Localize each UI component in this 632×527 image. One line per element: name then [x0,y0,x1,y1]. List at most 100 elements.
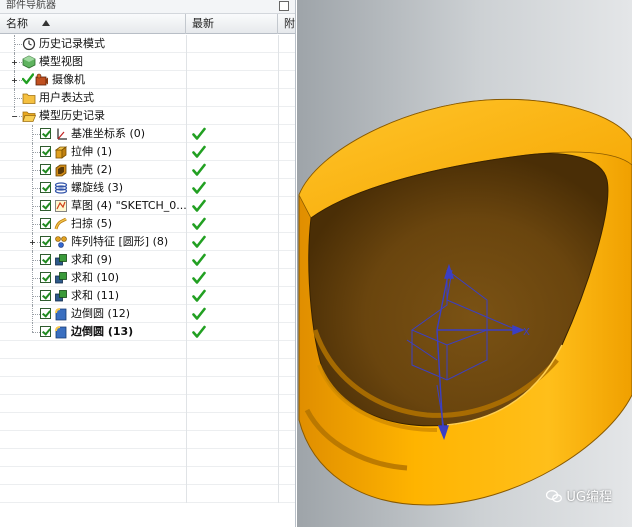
feature-checkbox[interactable] [40,128,51,139]
tree-row-latest-cell [186,71,278,89]
part-model-view[interactable]: X [297,0,632,527]
empty-latest-cell [186,413,278,431]
tree-row-attach-cell [278,71,295,89]
empty-attach-cell [278,377,295,395]
tree-row[interactable]: − 模型历史记录 [0,107,295,125]
tree-row-name-cell: 拉伸 (1) [0,143,186,161]
feature-checkbox[interactable] [40,236,51,247]
tree-row[interactable]: 求和 (10) [0,269,295,287]
up-to-date-check-icon [192,235,206,248]
feature-checkbox[interactable] [40,254,51,265]
tree-row-name-cell: 边倒圆 (13) [0,323,186,341]
feature-checkbox[interactable] [40,200,51,211]
tree-row-label: 求和 (10) [71,271,120,284]
tree-guide-line [32,296,40,297]
feature-checkbox[interactable] [40,290,51,301]
sort-ascending-icon [42,20,50,26]
empty-row [0,341,295,359]
tree-row-label: 阵列特征 [圆形] (8) [71,235,169,248]
feature-checkbox[interactable] [40,326,51,337]
tree-row-name-cell: 边倒圆 (12) [0,305,186,323]
feature-checkbox[interactable] [40,164,51,175]
empty-latest-cell [186,431,278,449]
tree-row[interactable]: 边倒圆 (12) [0,305,295,323]
graphics-viewport[interactable]: X UG编程 [297,0,632,527]
empty-row [0,449,295,467]
tree-row[interactable]: 螺旋线 (3) [0,179,295,197]
tree-row[interactable]: + 模型视图 [0,53,295,71]
unite-icon [55,254,67,266]
tree-row-latest-cell [186,143,278,161]
tree-row-name-cell: 草图 (4) "SKETCH_0... [0,197,186,215]
tree-guide-line [32,260,40,261]
tree-row[interactable]: 草图 (4) "SKETCH_0... [0,197,295,215]
tree-row[interactable]: 历史记录模式 [0,35,295,53]
panel-title-bar: 部件导航器 [0,0,295,14]
tree-guide-line [32,224,40,225]
maximize-icon[interactable] [279,1,289,11]
tree-row-attach-cell [278,323,295,341]
up-to-date-check-icon [192,271,206,284]
tree-guide-line [32,170,40,171]
tree-row-label: 螺旋线 (3) [71,181,124,194]
empty-latest-cell [186,341,278,359]
tree-row[interactable]: 用户表达式 [0,89,295,107]
column-name-header[interactable]: 名称 [0,14,186,34]
tree-row[interactable]: 求和 (11) [0,287,295,305]
empty-latest-cell [186,377,278,395]
tree-row-name-cell: 螺旋线 (3) [0,179,186,197]
tree-guide-line [32,134,40,135]
tree-guide-line [32,314,40,315]
empty-attach-cell [278,341,295,359]
tree-row[interactable]: 基准坐标系 (0) [0,125,295,143]
tree-row-label: 基准坐标系 (0) [71,127,146,140]
tree-guide-line [32,206,40,207]
empty-attach-cell [278,449,295,467]
tree-row[interactable]: 拉伸 (1) [0,143,295,161]
empty-row [0,359,295,377]
column-attach-header[interactable]: 附 [278,14,295,34]
collapse-icon[interactable]: − [11,113,18,121]
clock-icon [22,37,36,51]
tree-row-attach-cell [278,269,295,287]
expand-icon[interactable]: + [11,77,18,85]
empty-latest-cell [186,395,278,413]
column-latest-header[interactable]: 最新 [186,14,278,34]
tree-row-attach-cell [278,197,295,215]
extrude-icon [54,146,68,159]
feature-checkbox[interactable] [40,272,51,283]
column-header: 名称 最新 附 [0,14,295,34]
tree-row[interactable]: + 阵列特征 [圆形] (8) [0,233,295,251]
wechat-icon [546,490,563,503]
tree-row-attach-cell [278,143,295,161]
watermark: UG编程 [546,489,612,507]
tree-row[interactable]: 求和 (9) [0,251,295,269]
feature-checkbox[interactable] [40,146,51,157]
empty-attach-cell [278,413,295,431]
feature-checkbox[interactable] [40,218,51,229]
empty-attach-cell [278,485,295,503]
tree-row-latest-cell [186,233,278,251]
tree-row-name-cell: 求和 (10) [0,269,186,287]
tree-row-name-cell: 用户表达式 [0,89,186,107]
tree-row-latest-cell [186,305,278,323]
empty-row [0,431,295,449]
pattern-icon [55,236,67,248]
watermark-text: UG编程 [566,490,612,505]
tree-row-attach-cell [278,233,295,251]
tree-row[interactable]: 边倒圆 (13) [0,323,295,341]
helix-icon [54,182,68,194]
tree-row[interactable]: 抽壳 (2) [0,161,295,179]
feature-checkbox[interactable] [40,308,51,319]
tree-row-latest-cell [186,125,278,143]
tree-row-name-cell: + 摄像机 [0,71,186,89]
tree-row-name-cell: 历史记录模式 [0,35,186,53]
tree-row-label: 历史记录模式 [39,37,105,50]
expand-icon[interactable]: + [29,239,36,247]
feature-checkbox[interactable] [40,182,51,193]
tree-row[interactable]: 扫掠 (5) [0,215,295,233]
tree-row[interactable]: + 摄像机 [0,71,295,89]
folder-icon [22,93,36,104]
expand-icon[interactable]: + [11,59,18,67]
up-to-date-check-icon [192,163,206,176]
